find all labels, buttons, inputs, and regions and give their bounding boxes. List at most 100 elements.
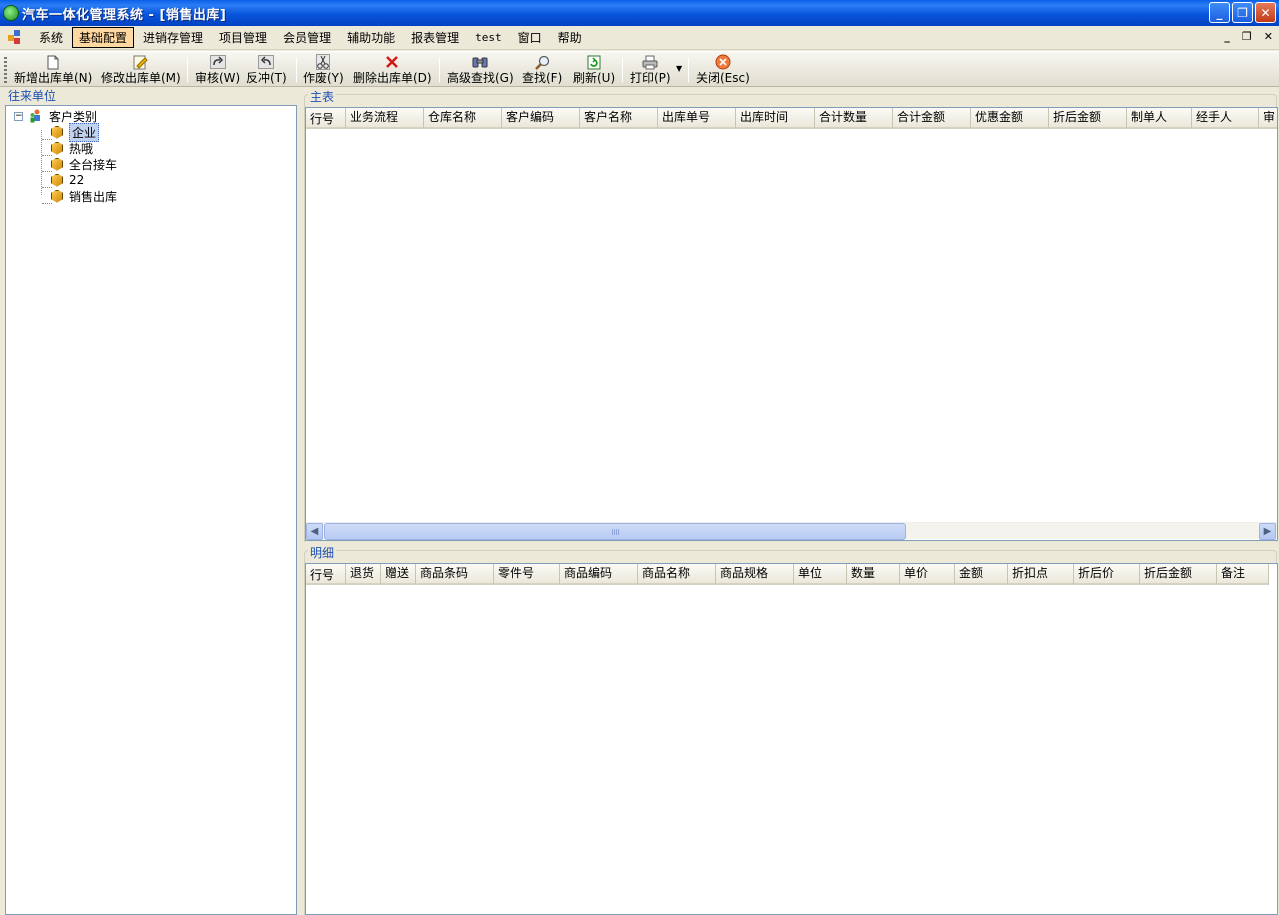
column-header[interactable]: 经手人 (1192, 108, 1259, 129)
column-header[interactable]: 赠送 (381, 564, 416, 585)
menu-test[interactable]: test (468, 29, 509, 46)
close-form-button[interactable]: 关闭(Esc) (696, 54, 750, 86)
column-header[interactable]: 金额 (955, 564, 1008, 585)
column-header[interactable]: 业务流程 (346, 108, 424, 129)
menu-base-config[interactable]: 基础配置 (72, 27, 135, 48)
category-node-icon (51, 189, 63, 203)
menu-project[interactable]: 项目管理 (212, 27, 274, 48)
edit-document-icon (133, 54, 149, 70)
column-header[interactable]: 仓库名称 (424, 108, 502, 129)
search-button[interactable]: 查找(F) (522, 54, 562, 86)
column-header[interactable]: 单位 (794, 564, 847, 585)
tree-node-enterprise[interactable]: 企业 (51, 122, 100, 142)
master-panel-caption: 主表 (308, 88, 337, 105)
column-header[interactable]: 审 (1259, 108, 1277, 129)
toolbar-separator (688, 58, 689, 82)
customer-panel-caption: 往来单位 (8, 89, 57, 103)
minimize-button[interactable]: _ (1209, 2, 1230, 23)
close-window-button[interactable]: ✕ (1255, 2, 1276, 23)
column-header[interactable]: 出库单号 (658, 108, 736, 129)
app-logo-icon (3, 5, 19, 21)
edit-outbound-button[interactable]: 修改出库单(M) (101, 54, 181, 86)
people-group-icon (30, 109, 40, 123)
menu-member[interactable]: 会员管理 (276, 27, 338, 48)
detail-grid-header: 行号 退货 赠送 商品条码 零件号 商品编码 商品名称 商品规格 单位 数量 单… (306, 564, 1269, 585)
column-header[interactable]: 备注 (1217, 564, 1269, 585)
magnifier-icon (534, 54, 550, 70)
column-header[interactable]: 制单人 (1127, 108, 1192, 129)
customer-category-tree[interactable]: − 客户类别 企业 热哦 全台接车 22 销售出库 (5, 105, 297, 915)
scroll-right-arrow-icon[interactable]: ▶ (1259, 523, 1276, 540)
new-outbound-button[interactable]: 新增出库单(N) (14, 54, 92, 86)
delete-outbound-button[interactable]: 删除出库单(D) (353, 54, 432, 86)
menu-system[interactable]: 系统 (32, 27, 70, 48)
mdi-system-icon[interactable] (8, 29, 24, 46)
column-header[interactable]: 合计数量 (815, 108, 893, 129)
new-document-icon (45, 54, 61, 70)
column-header[interactable]: 单价 (900, 564, 955, 585)
column-header[interactable]: 行号 (306, 564, 346, 585)
tree-node-label: 22 (69, 173, 85, 187)
toolbar-separator (187, 58, 188, 82)
collapse-toggle-icon[interactable]: − (14, 112, 23, 121)
print-button[interactable]: 打印(P) (630, 54, 671, 86)
column-header[interactable]: 商品名称 (638, 564, 716, 585)
restore-button[interactable]: ❐ (1232, 2, 1253, 23)
column-header[interactable]: 折后金额 (1049, 108, 1127, 129)
tree-node-all-reception[interactable]: 全台接车 (51, 156, 117, 172)
column-header[interactable]: 数量 (847, 564, 900, 585)
refresh-icon (586, 54, 602, 70)
tree-node-22[interactable]: 22 (51, 172, 84, 188)
column-header[interactable]: 折扣点 (1008, 564, 1074, 585)
column-header[interactable]: 出库时间 (736, 108, 815, 129)
mdi-close-icon[interactable]: ✕ (1264, 30, 1273, 43)
scrollbar-thumb[interactable] (324, 523, 906, 540)
refresh-button[interactable]: 刷新(U) (573, 54, 615, 86)
tree-node-reo[interactable]: 热哦 (51, 140, 93, 156)
toolbar-grip[interactable] (4, 57, 7, 83)
category-node-icon (51, 141, 63, 155)
column-header[interactable]: 零件号 (494, 564, 560, 585)
toolbar-separator (439, 58, 440, 82)
tree-node-sales-outbound[interactable]: 销售出库 (51, 188, 117, 204)
tree-node-label: 销售出库 (69, 189, 118, 204)
toolbar-separator (622, 58, 623, 82)
advanced-search-button[interactable]: 高级查找(G) (447, 54, 514, 86)
column-header[interactable]: 商品编码 (560, 564, 638, 585)
toolbar-separator (296, 58, 297, 82)
master-horizontal-scrollbar[interactable]: ◀ ▶ (306, 522, 1277, 540)
scroll-left-arrow-icon[interactable]: ◀ (306, 523, 323, 540)
menu-help[interactable]: 帮助 (551, 27, 589, 48)
undo-arrow-icon (258, 54, 275, 70)
column-header[interactable]: 商品条码 (416, 564, 494, 585)
master-grid[interactable]: 行号 业务流程 仓库名称 客户编码 客户名称 出库单号 出库时间 合计数量 合计… (305, 107, 1278, 541)
detail-grid[interactable]: 行号 退货 赠送 商品条码 零件号 商品编码 商品名称 商品规格 单位 数量 单… (305, 563, 1278, 915)
column-header[interactable]: 合计金额 (893, 108, 971, 129)
category-node-icon (51, 157, 63, 171)
printer-icon (642, 54, 658, 70)
column-header[interactable]: 客户编码 (502, 108, 580, 129)
column-header[interactable]: 行号 (306, 108, 346, 129)
print-dropdown-arrow-icon[interactable]: ▼ (676, 64, 682, 73)
column-header[interactable]: 商品规格 (716, 564, 794, 585)
mdi-controls: _ ❐ ✕ (1224, 30, 1273, 43)
column-header[interactable]: 客户名称 (580, 108, 658, 129)
tree-node-label: 热哦 (69, 141, 94, 156)
void-button[interactable]: 作废(Y) (303, 54, 344, 86)
menu-bar: 系统 基础配置 进销存管理 项目管理 会员管理 辅助功能 报表管理 test 窗… (0, 26, 1279, 50)
menu-reports[interactable]: 报表管理 (404, 27, 466, 48)
column-header[interactable]: 退货 (346, 564, 381, 585)
window-controls: _ ❐ ✕ (1209, 2, 1276, 23)
reverse-button[interactable]: 反冲(T) (246, 54, 287, 86)
menu-window[interactable]: 窗口 (511, 27, 549, 48)
toolbar: 新增出库单(N) 修改出库单(M) 审核(W) 反冲(T) 作废(Y) 删除出库… (0, 51, 1279, 87)
menu-inventory[interactable]: 进销存管理 (136, 27, 210, 48)
audit-button[interactable]: 审核(W) (195, 54, 240, 86)
mdi-restore-icon[interactable]: ❐ (1242, 30, 1252, 43)
column-header[interactable]: 折后价 (1074, 564, 1140, 585)
menu-auxiliary[interactable]: 辅助功能 (340, 27, 402, 48)
detail-panel: 明细 行号 退货 赠送 商品条码 零件号 商品编码 商品名称 商品规格 单位 数… (302, 543, 1278, 915)
column-header[interactable]: 折后金额 (1140, 564, 1217, 585)
mdi-minimize-icon[interactable]: _ (1224, 30, 1230, 43)
column-header[interactable]: 优惠金额 (971, 108, 1049, 129)
